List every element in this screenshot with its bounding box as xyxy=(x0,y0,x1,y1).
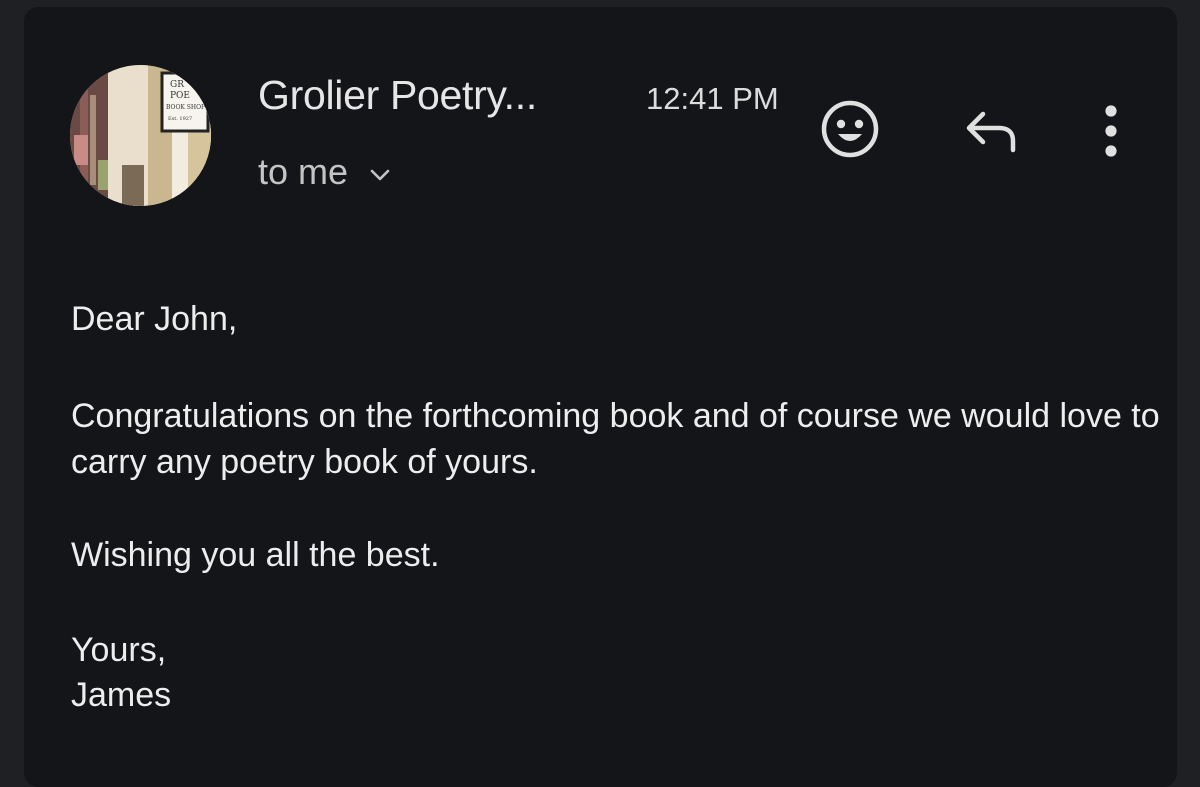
avatar-sign-line-1: GR xyxy=(170,80,184,90)
email-message-card: GR POE BOOK SHOP Est. 1927 Grolier Poetr… xyxy=(24,7,1177,787)
bookstore-photo-image: GR POE BOOK SHOP Est. 1927 xyxy=(70,65,211,206)
message-paragraph: Wishing you all the best. xyxy=(71,536,440,574)
avatar-sign-line-3: BOOK SHOP xyxy=(166,104,205,111)
message-signature: James xyxy=(71,676,172,714)
smiley-face-icon xyxy=(821,100,879,158)
message-greeting: Dear John, xyxy=(71,300,238,338)
more-vertical-icon xyxy=(1105,105,1117,157)
more-options-button[interactable] xyxy=(1096,103,1126,159)
reply-button[interactable] xyxy=(961,106,1021,154)
chevron-down-icon xyxy=(370,169,390,181)
sender-avatar[interactable]: GR POE BOOK SHOP Est. 1927 xyxy=(70,65,211,206)
sender-name[interactable]: Grolier Poetry... xyxy=(258,71,537,119)
recipient-label: to me xyxy=(258,151,349,192)
message-signoff: Yours, xyxy=(71,631,167,669)
avatar-sign-line-4: Est. 1927 xyxy=(168,116,192,122)
message-paragraph: Congratulations on the forthcoming book … xyxy=(71,397,1160,481)
message-time: 12:41 PM xyxy=(646,81,779,116)
reply-arrow-icon xyxy=(966,111,1016,153)
recipient-details-toggle[interactable]: to me xyxy=(258,150,392,194)
avatar-sign-line-2: POE xyxy=(170,91,190,101)
add-reaction-button[interactable] xyxy=(819,98,881,160)
